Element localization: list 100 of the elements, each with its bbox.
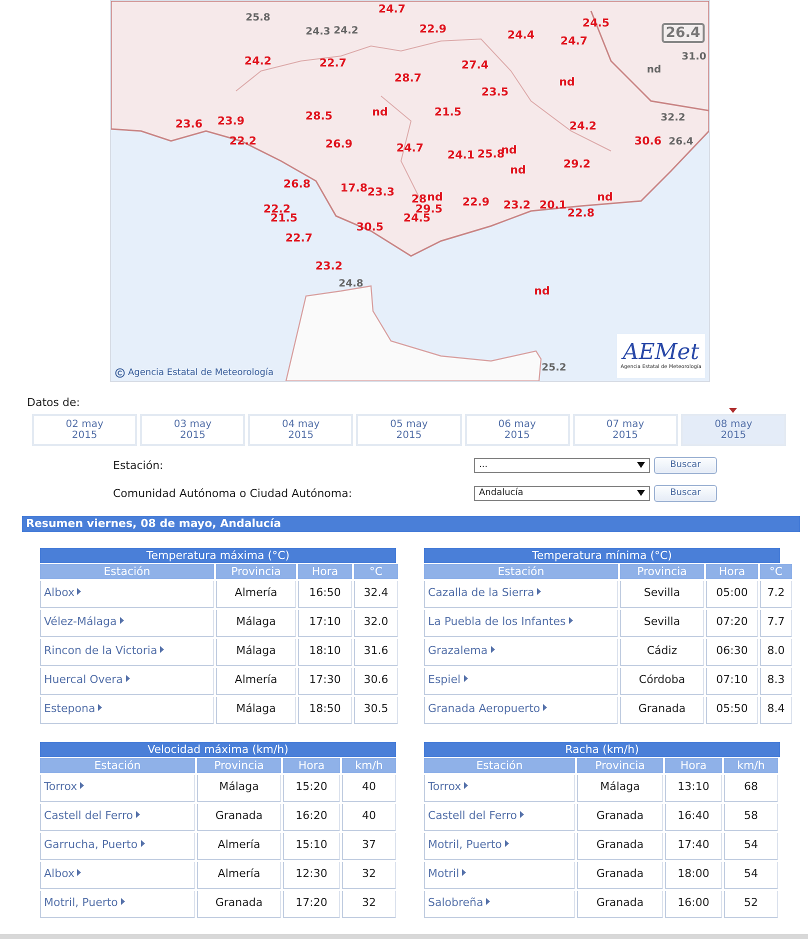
triangle-icon: [568, 617, 573, 624]
province-text: Almería: [234, 673, 278, 686]
dropdown-field[interactable]: Andalucía: [474, 486, 650, 500]
triangle-icon: [136, 811, 140, 818]
province-text: Granada: [596, 838, 644, 851]
map-value-label: 23.6: [175, 118, 203, 130]
station-link[interactable]: Motril, Puerto: [44, 896, 118, 909]
station-link[interactable]: Castell del Ferro: [428, 809, 517, 822]
value-text: 32: [362, 867, 376, 880]
map-value-label: 24.2: [334, 26, 358, 36]
column-header: km/h: [724, 758, 778, 773]
station-link[interactable]: Grazalema: [428, 644, 488, 657]
map-value-label: 24.7: [396, 142, 424, 154]
value-text: 30.5: [364, 702, 388, 715]
triangle-icon: [486, 898, 490, 905]
station-link[interactable]: Salobreña: [428, 896, 484, 909]
value-text: 32: [362, 896, 376, 909]
value-text: 52: [744, 896, 758, 909]
column-header: Hora: [298, 564, 352, 579]
province-text: Sevilla: [644, 586, 680, 599]
map-value-label: 23.9: [217, 114, 245, 128]
map-value-label: 30.5: [356, 220, 384, 234]
station-link[interactable]: Espiel: [428, 673, 461, 686]
date-tab[interactable]: 05 may 2015: [356, 414, 462, 446]
dates-label: Datos de:: [27, 396, 81, 409]
triangle-icon: [537, 588, 542, 595]
time-text: 06:30: [716, 644, 748, 657]
time-text: 16:20: [296, 809, 328, 822]
province-text: Granada: [215, 809, 263, 822]
map-value-label: 24.8: [338, 278, 364, 290]
time-text: 17:10: [309, 615, 341, 628]
province-text: Granada: [638, 702, 686, 715]
station-link[interactable]: Cazalla de la Sierra: [428, 586, 534, 599]
column-header: Hora: [283, 758, 340, 773]
station-link[interactable]: Motril, Puerto: [428, 838, 502, 851]
map-value-label: nd: [646, 64, 662, 76]
province-text: Sevilla: [644, 615, 680, 628]
map-value-label: 25.2: [542, 362, 566, 374]
map-value-label: 26.4: [668, 136, 694, 148]
map-value-label: 24.4: [507, 28, 535, 42]
triangle-icon: [543, 704, 548, 711]
triangle-icon: [520, 811, 524, 818]
map-value-label: 24.7: [378, 2, 406, 16]
table-title: Temperatura mínima (°C): [424, 548, 780, 563]
map-value-label: 22.9: [462, 196, 490, 208]
date-tab[interactable]: 03 may 2015: [140, 414, 246, 446]
station-link[interactable]: Estepona: [44, 702, 96, 715]
filter-label: Estación:: [113, 458, 164, 472]
province-text: Málaga: [236, 702, 276, 715]
date-tab[interactable]: 04 may 2015: [248, 414, 354, 446]
province-text: Granada: [596, 896, 644, 909]
map-value-label: 29.2: [563, 158, 591, 170]
time-text: 16:40: [678, 809, 710, 822]
value-text: 40: [362, 780, 376, 793]
dropdown-field[interactable]: ...: [474, 458, 650, 472]
time-text: 18:00: [678, 867, 710, 880]
station-link[interactable]: Rincon de la Victoria: [44, 644, 158, 657]
map-value-label: nd: [427, 190, 443, 204]
value-text: 7.2: [767, 586, 785, 599]
search-button[interactable]: Buscar: [654, 484, 717, 502]
triangle-icon: [464, 782, 468, 789]
province-text: Almería: [234, 586, 278, 599]
triangle-marker-icon: [729, 408, 738, 413]
triangle-icon: [98, 704, 102, 711]
value-text: 8.4: [767, 702, 785, 715]
value-text: 58: [744, 809, 758, 822]
station-link[interactable]: Granada Aeropuerto: [428, 702, 540, 715]
map-value-label: 24.3: [306, 26, 330, 38]
station-link[interactable]: Torrox: [428, 780, 462, 793]
column-header: °C: [760, 564, 792, 579]
map-value-label: 28.7: [394, 72, 422, 84]
date-tab[interactable]: 07 may 2015: [572, 414, 678, 446]
column-header: km/h: [342, 758, 396, 773]
station-link[interactable]: Huercal Overa: [44, 673, 123, 686]
date-tab[interactable]: 06 may 2015: [464, 414, 570, 446]
province-text: Almería: [218, 838, 260, 851]
map-value-label: 24.5: [582, 16, 610, 30]
column-header: Hora: [706, 564, 758, 579]
search-button[interactable]: Buscar: [654, 456, 717, 474]
dropdown-caret-icon: [637, 490, 645, 496]
station-link[interactable]: Motril: [428, 867, 460, 880]
map-value-label: 20.1: [539, 198, 567, 212]
station-link[interactable]: Garrucha, Puerto: [44, 838, 138, 851]
map-value-label: 22.7: [285, 232, 313, 244]
triangle-icon: [464, 675, 468, 682]
time-text: 16:50: [309, 586, 341, 599]
station-link[interactable]: La Puebla de los Infantes: [428, 615, 566, 628]
station-link[interactable]: Torrox: [44, 780, 78, 793]
triangle-icon: [80, 782, 84, 789]
table-title: Velocidad máxima (km/h): [40, 742, 396, 757]
station-link[interactable]: Albox: [44, 867, 74, 880]
date-tab[interactable]: 02 may 2015: [32, 414, 138, 446]
time-text: 16:00: [678, 896, 710, 909]
triangle-icon: [120, 617, 124, 624]
station-link[interactable]: Castell del Ferro: [44, 809, 133, 822]
map-value-label: 32.2: [660, 112, 686, 124]
station-link[interactable]: Vélez-Málaga: [44, 615, 117, 628]
value-text: 54: [744, 867, 758, 880]
station-link[interactable]: Albox: [44, 586, 74, 599]
map-value-label: nd: [510, 164, 526, 176]
